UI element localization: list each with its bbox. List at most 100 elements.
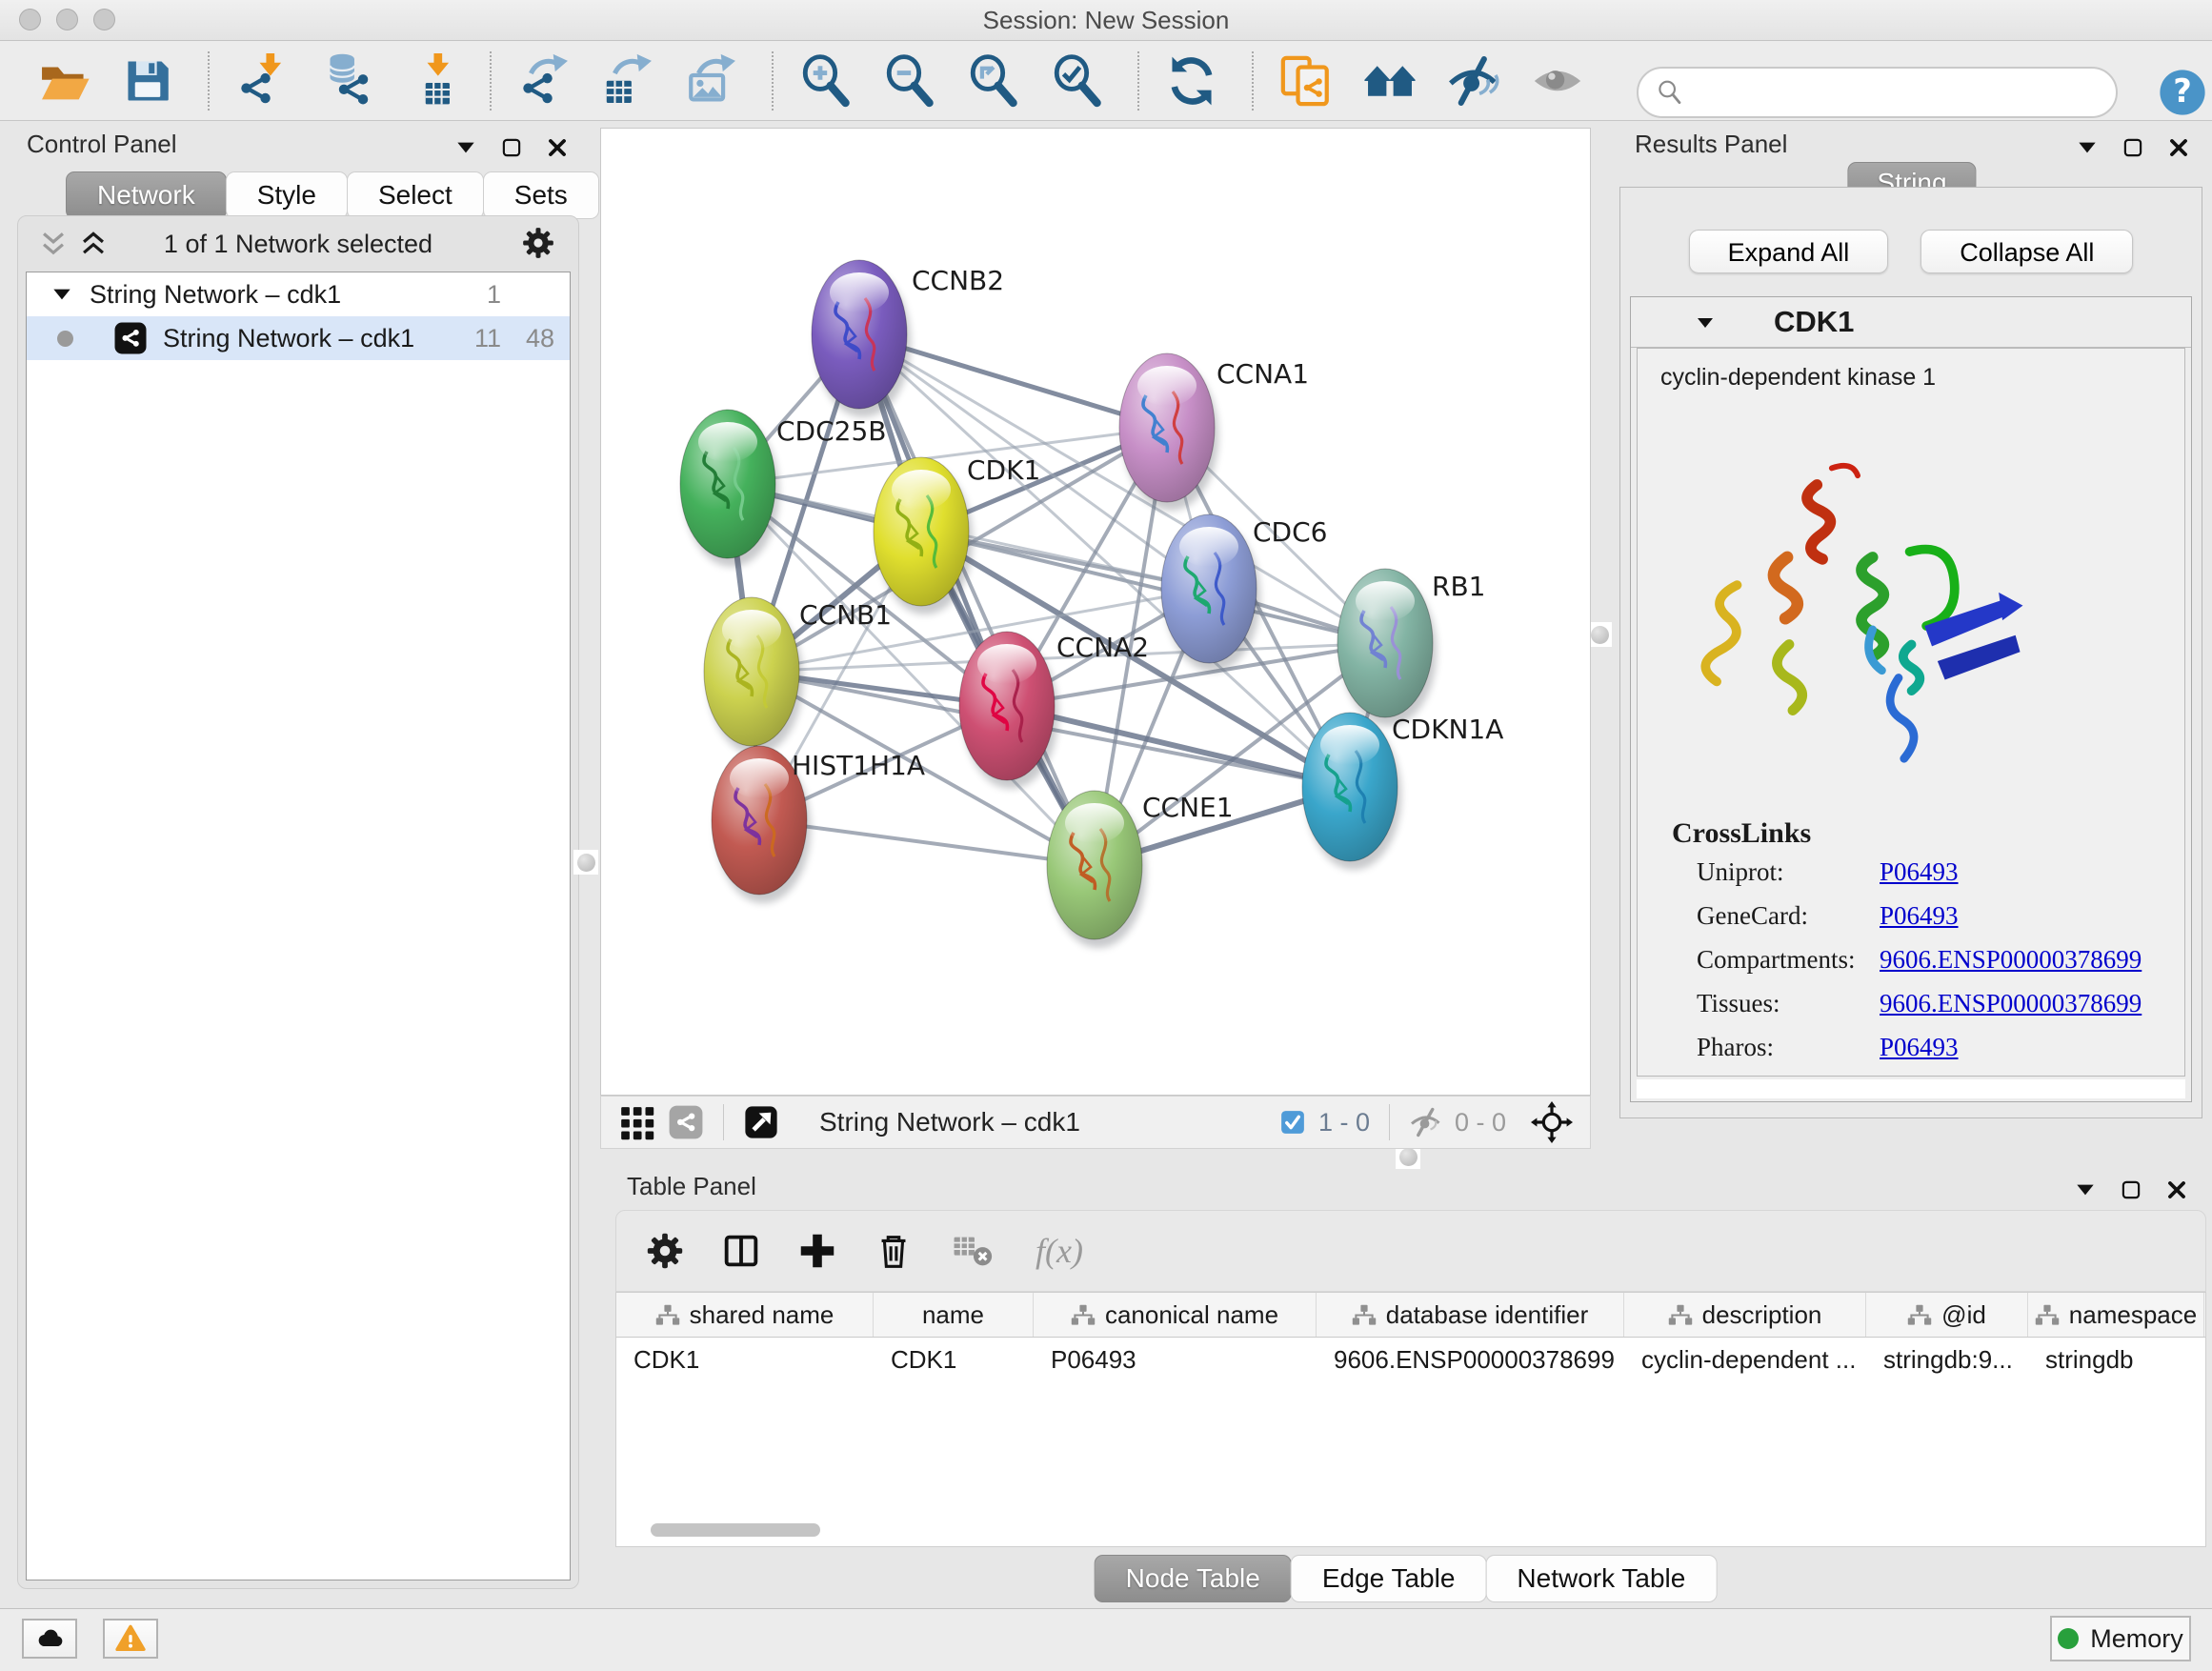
export-network-icon[interactable] (516, 53, 572, 109)
left-splitter-handle[interactable] (573, 850, 598, 875)
float-panel-icon[interactable] (2121, 135, 2145, 160)
table-cell[interactable]: stringdb:9... (1866, 1338, 2028, 1381)
import-table-file-icon[interactable] (402, 53, 457, 109)
protein-structure-image (1676, 448, 2047, 768)
column-header-description[interactable]: description (1624, 1293, 1866, 1337)
help-button[interactable]: ? (2157, 67, 2208, 118)
crosslink-link[interactable]: 9606.ENSP00000378699 (1880, 989, 2142, 1018)
column-header-@id[interactable]: @id (1866, 1293, 2028, 1337)
detach-view-icon[interactable] (743, 1104, 779, 1140)
table-header-row: shared namenamecanonical namedatabase id… (616, 1293, 2205, 1338)
hide-selected-icon[interactable] (1446, 53, 1501, 109)
first-neighbors-icon[interactable] (1362, 53, 1418, 109)
expand-all-button[interactable]: Expand All (1689, 230, 1889, 273)
node-HIST1H1A[interactable]: HIST1H1A (712, 746, 925, 903)
close-panel-icon[interactable] (545, 135, 570, 160)
node-CCNE1[interactable]: CCNE1 (1047, 791, 1234, 948)
node-CCNB1[interactable]: CCNB1 (704, 597, 892, 755)
close-window-icon[interactable] (19, 9, 41, 30)
collapse-panel-icon[interactable] (2073, 1178, 2098, 1202)
grid-view-icon[interactable] (618, 1104, 654, 1140)
warnings-button[interactable] (103, 1619, 158, 1659)
zoom-fit-icon[interactable] (966, 53, 1021, 109)
table-row[interactable]: CDK1CDK1P064939606.ENSP00000378699cyclin… (616, 1338, 2205, 1381)
column-header-shared-name[interactable]: shared name (616, 1293, 874, 1337)
delete-column-icon[interactable] (872, 1229, 915, 1273)
save-session-icon[interactable] (120, 53, 175, 109)
float-panel-icon[interactable] (2119, 1178, 2143, 1202)
tab-select[interactable]: Select (347, 171, 484, 219)
edge-CCNA2-CDKN1A[interactable] (1007, 706, 1350, 787)
clone-network-icon[interactable] (1278, 53, 1334, 109)
zoom-in-icon[interactable] (798, 53, 854, 109)
window-controls[interactable] (19, 9, 115, 30)
table-toolbar: f(x) (615, 1210, 2206, 1292)
table-cell[interactable]: stringdb (2028, 1338, 2204, 1381)
tab-node-table[interactable]: Node Table (1095, 1555, 1292, 1602)
export-table-icon[interactable] (600, 53, 655, 109)
table-options-gear-icon[interactable] (643, 1229, 687, 1273)
table-cell[interactable]: P06493 (1034, 1338, 1317, 1381)
tab-style[interactable]: Style (226, 171, 348, 219)
collapse-panel-icon[interactable] (453, 135, 478, 160)
horizontal-scrollbar[interactable] (651, 1523, 820, 1537)
maximize-window-icon[interactable] (93, 9, 115, 30)
show-columns-icon[interactable] (719, 1229, 763, 1273)
tree-expand-icon[interactable] (50, 282, 74, 307)
network-canvas[interactable]: CCNB2 CCNA1 CDC25B CDK1 (600, 128, 1591, 1096)
node-CCNA1[interactable]: CCNA1 (1119, 353, 1309, 511)
zoom-out-icon[interactable] (882, 53, 937, 109)
table-cell[interactable]: CDK1 (616, 1338, 874, 1381)
node-label-CDC25B: CDC25B (776, 415, 887, 447)
fit-selected-icon[interactable] (1531, 1101, 1573, 1143)
tab-network[interactable]: Network (66, 171, 227, 219)
network-collection-row[interactable]: String Network – cdk1 1 (27, 272, 570, 316)
crosslink-link[interactable]: 9606.ENSP00000378699 (1880, 945, 2142, 975)
section-collapse-icon[interactable] (1694, 312, 1717, 334)
protein-section-header[interactable]: CDK1 (1631, 297, 2191, 348)
float-panel-icon[interactable] (499, 135, 524, 160)
table-cell[interactable]: CDK1 (874, 1338, 1034, 1381)
tab-network-table[interactable]: Network Table (1485, 1555, 1717, 1602)
close-panel-icon[interactable] (2164, 1178, 2189, 1202)
selected-nodes-checkbox-icon[interactable] (1278, 1108, 1307, 1137)
collapse-panel-icon[interactable] (2075, 135, 2100, 160)
search-input[interactable] (1686, 77, 2116, 109)
refresh-view-icon[interactable] (1164, 53, 1219, 109)
column-header-database-identifier[interactable]: database identifier (1317, 1293, 1624, 1337)
add-column-icon[interactable] (795, 1229, 839, 1273)
shared-column-icon (655, 1304, 680, 1326)
table-cell[interactable]: cyclin-dependent ... (1624, 1338, 1866, 1381)
close-panel-icon[interactable] (2166, 135, 2191, 160)
tab-sets[interactable]: Sets (483, 171, 599, 219)
edge-CCNB2-CCNE1[interactable] (859, 334, 1095, 865)
open-file-icon[interactable] (36, 53, 91, 109)
node-CCNB2[interactable]: CCNB2 (812, 260, 1004, 417)
minimize-window-icon[interactable] (56, 9, 78, 30)
import-network-database-icon[interactable] (318, 53, 373, 109)
search-box[interactable] (1637, 67, 2118, 118)
tab-edge-table[interactable]: Edge Table (1291, 1555, 1487, 1602)
toolbar-separator (772, 51, 774, 111)
crosslink-link[interactable]: P06493 (1880, 901, 1959, 931)
memory-button[interactable]: Memory (2050, 1616, 2191, 1661)
network-row-selected[interactable]: String Network – cdk1 11 48 (27, 316, 570, 360)
column-header-name[interactable]: name (874, 1293, 1034, 1337)
zoom-selected-icon[interactable] (1050, 53, 1105, 109)
column-header-namespace[interactable]: namespace (2028, 1293, 2204, 1337)
gear-icon[interactable] (519, 224, 557, 262)
node-label-RB1: RB1 (1432, 571, 1485, 602)
cloud-button[interactable] (22, 1619, 77, 1659)
hidden-elements-icon[interactable] (1409, 1105, 1443, 1139)
export-image-icon[interactable] (684, 53, 739, 109)
node-RB1[interactable]: RB1 (1337, 569, 1485, 726)
crosslink-link[interactable]: P06493 (1880, 1033, 1959, 1062)
import-network-file-icon[interactable] (234, 53, 290, 109)
crosslink-link[interactable]: P06493 (1880, 857, 1959, 887)
column-header-canonical-name[interactable]: canonical name (1034, 1293, 1317, 1337)
crosslinks-heading: CrossLinks (1672, 817, 2184, 850)
collapse-all-button[interactable]: Collapse All (1920, 230, 2133, 273)
table-cell[interactable]: 9606.ENSP00000378699 (1317, 1338, 1624, 1381)
network-thumbnail-icon[interactable] (668, 1104, 704, 1140)
node-CDKN1A[interactable]: CDKN1A (1302, 713, 1503, 870)
